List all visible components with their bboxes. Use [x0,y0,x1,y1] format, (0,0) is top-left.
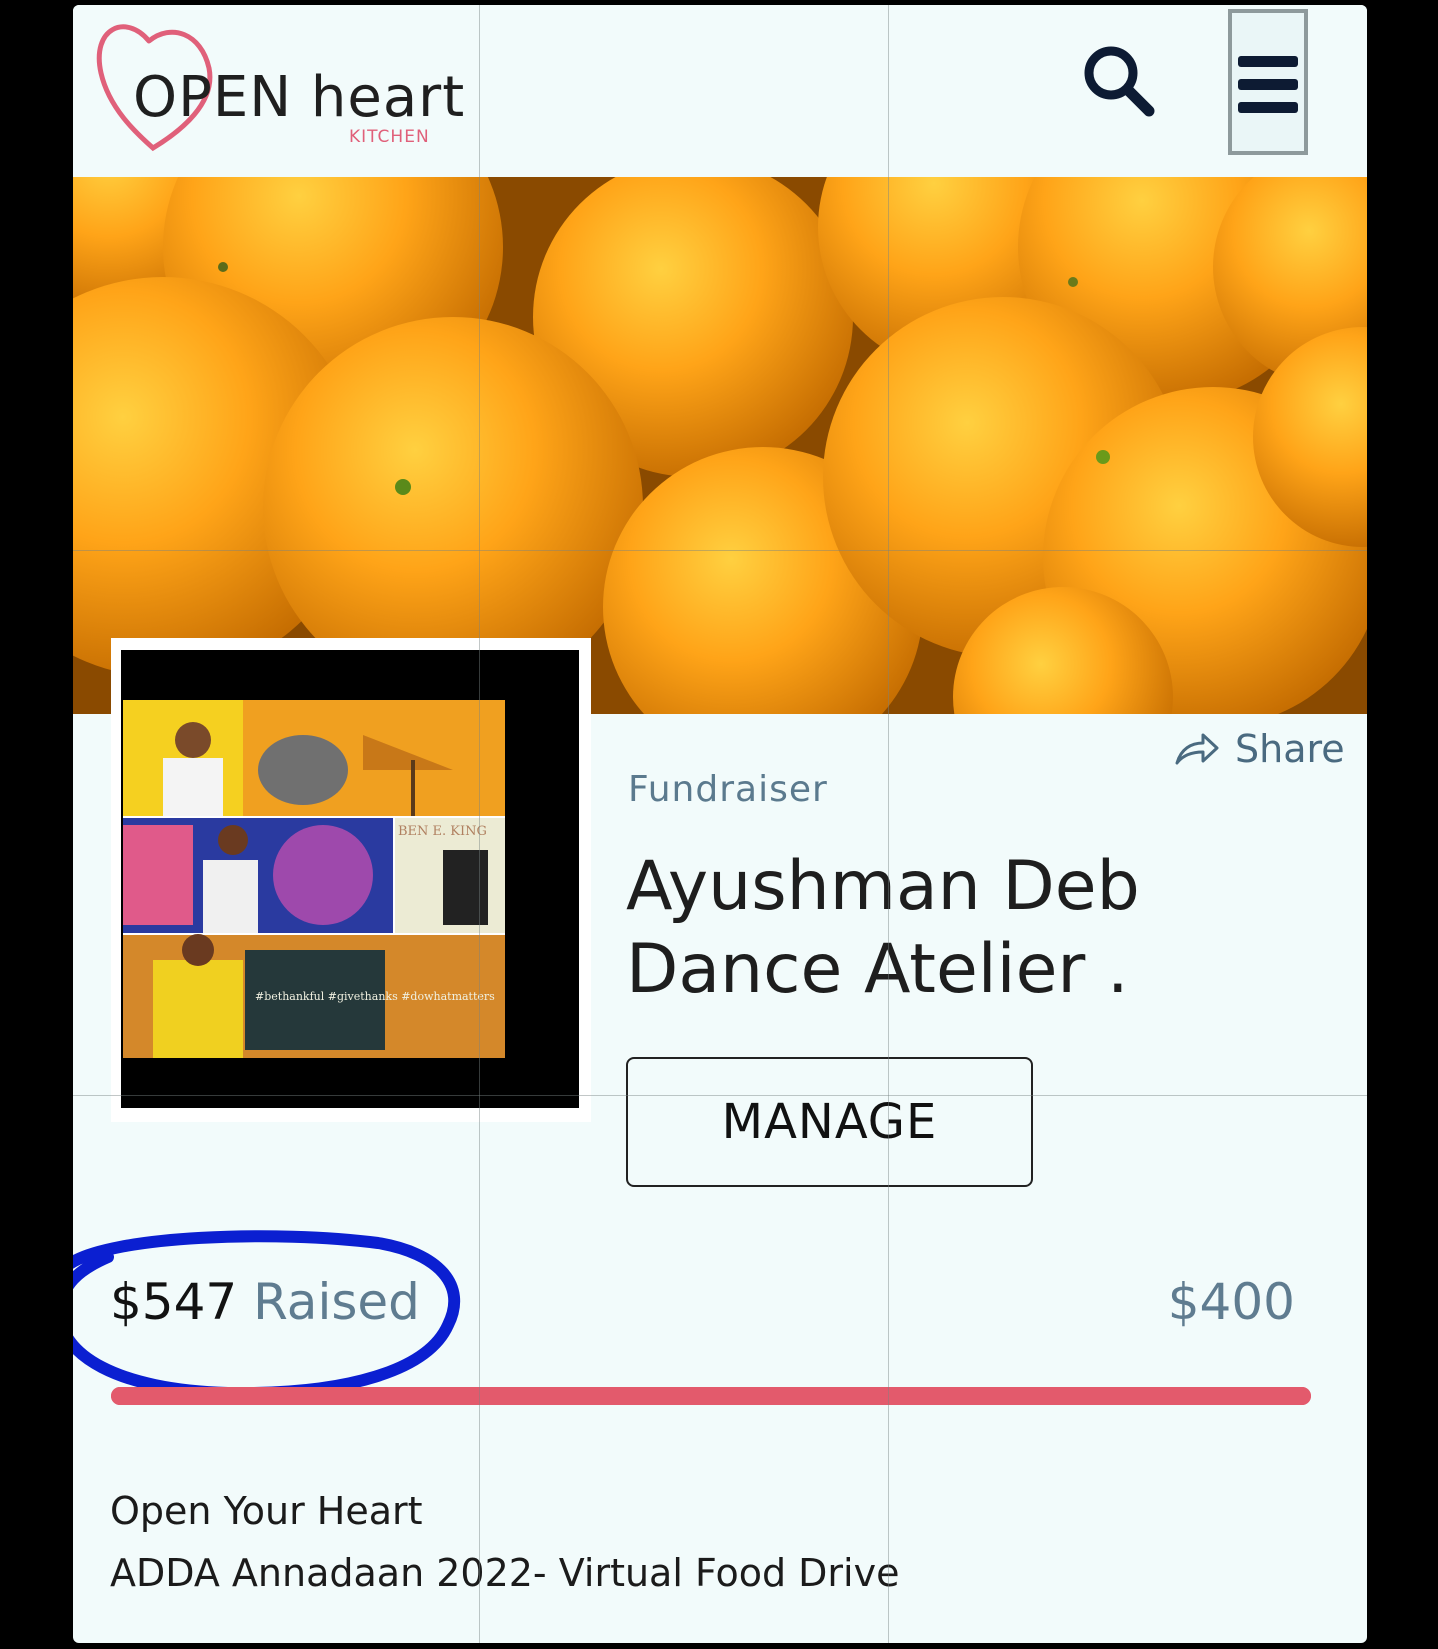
campaign-description-line2: ADDA Annadaan 2022- Virtual Food Drive [110,1551,900,1595]
share-button[interactable]: Share [1173,727,1345,771]
campaign-type-label: Fundraiser [628,769,828,810]
campaign-description-line1: Open Your Heart [110,1489,423,1533]
share-arrow-icon [1175,733,1219,765]
amount-raised: $547 Raised [110,1273,420,1331]
thumbnail-tagline: #bethankful #givethanks #dowhatmatters [255,990,495,1003]
page-frame: OPEN heart KITCHEN BEN E. KING #bethankf… [73,5,1367,1643]
progress-bar [111,1387,1311,1405]
album-label: BEN E. KING [398,824,487,839]
grid-overlay-line [888,5,889,1643]
logo-subtitle: KITCHEN [349,127,430,147]
raised-amount: $547 [110,1273,238,1331]
site-header: OPEN heart KITCHEN [73,5,1367,177]
hamburger-menu-icon-bar [1238,102,1298,113]
manage-button[interactable]: MANAGE [626,1057,1033,1187]
hamburger-menu-icon-bar [1238,79,1298,90]
site-logo[interactable]: OPEN heart KITCHEN [91,13,464,163]
goal-amount: $400 [1167,1273,1295,1331]
photo-collage-image: BEN E. KING #bethankful #givethanks #dow… [123,700,505,1058]
hamburger-menu-icon [1238,56,1298,67]
share-label: Share [1235,727,1345,771]
search-button[interactable] [1079,41,1159,121]
menu-button[interactable] [1228,9,1308,155]
oranges-photo [73,177,1367,714]
progress-bar-fill [111,1387,1311,1405]
raised-label: Raised [253,1273,420,1331]
campaign-thumbnail: BEN E. KING #bethankful #givethanks #dow… [111,638,591,1122]
campaign-title: Ayushman Deb Dance Atelier . [626,847,1140,1009]
search-icon [1084,46,1155,117]
logo-wordmark: OPEN heart [133,65,466,130]
hero-banner-image [73,177,1367,714]
grid-overlay-line [73,550,1367,551]
grid-overlay-line [479,5,480,1643]
grid-overlay-line [73,1095,1367,1096]
